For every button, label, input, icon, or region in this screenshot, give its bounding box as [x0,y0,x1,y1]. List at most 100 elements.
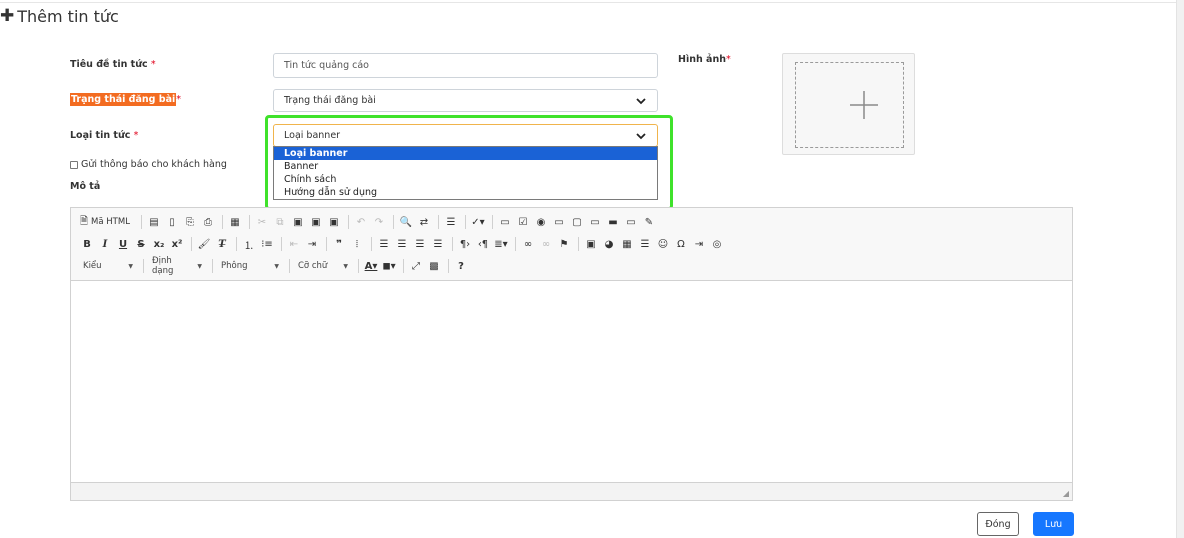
toolbar-separator [236,237,237,251]
align-right-icon[interactable]: ☰ [412,236,428,252]
align-center-icon[interactable]: ☰ [394,236,410,252]
maximize-icon[interactable]: ⤢ [408,258,424,274]
resize-handle-icon[interactable]: ◢ [1063,489,1069,498]
toolbar-separator [515,237,516,251]
flash-icon[interactable]: ◕ [601,236,617,252]
notify-checkbox[interactable] [70,160,78,169]
toolbar-row-3: Kiểu ▼ Định dạng ▼ Phông ▼ Cỡ chữ ▼ A▾ ◼▾ ⤢ … [79,256,471,276]
source-button[interactable]: 🗎 Mã HTML [79,214,135,230]
bulleted-list-icon[interactable]: ⁝≡ [259,236,275,252]
toolbar-separator [140,215,142,229]
copy-icon[interactable]: ⧉ [272,214,288,230]
bg-color-icon[interactable]: ◼▾ [381,258,397,274]
numbered-list-icon[interactable]: ⒈ [241,236,257,252]
copy-format-icon[interactable]: 🖌 [196,236,212,252]
toolbar-separator [221,215,223,229]
dropdown-option-chinh-sach[interactable]: Chính sách [274,173,657,186]
paste-word-icon[interactable]: ▣ [326,214,342,230]
required-mark: * [133,130,139,141]
size-combo[interactable]: Cỡ chữ ▼ [294,258,352,274]
align-left-icon[interactable]: ☰ [376,236,392,252]
select-field-icon[interactable]: ▭ [587,214,603,230]
help-button[interactable]: ? [453,258,469,274]
toolbar-separator [281,237,282,251]
superscript-icon[interactable]: x² [169,236,185,252]
image-icon[interactable]: ▣ [583,236,599,252]
dropdown-option-banner[interactable]: Banner [274,160,657,173]
special-char-icon[interactable]: Ω [673,236,689,252]
ltr-icon[interactable]: ¶› [457,236,473,252]
image-button-icon[interactable]: ▭ [623,214,639,230]
editor-content-area[interactable] [71,282,1072,482]
iframe-globe-icon[interactable]: ◎ [709,236,725,252]
link-icon[interactable]: ∞ [520,236,536,252]
undo-icon[interactable]: ↶ [353,214,369,230]
underline-icon[interactable]: U [115,236,131,252]
toolbar-row-2: B I U S x₂ x² 🖌 T̶ ⒈ ⁝≡ ⇤ ⇥ ❞ ⦙ ☰ ☰ ☰ ☰ … [79,235,727,253]
smiley-icon[interactable]: ☺ [655,236,671,252]
page-scrollbar[interactable] [1176,0,1184,538]
title-input[interactable]: Tin tức quảng cáo [273,53,658,78]
div-container-icon[interactable]: ⦙ [349,236,365,252]
save-button[interactable]: Lưu [1033,512,1074,536]
toolbar-separator [578,237,579,251]
select-all-icon[interactable]: ☰ [443,214,459,230]
templates-icon[interactable]: ▦ [227,214,243,230]
blockquote-icon[interactable]: ❞ [331,236,347,252]
hidden-field-icon[interactable]: ✎ [641,214,657,230]
notify-checkbox-row[interactable]: Gửi thông báo cho khách hàng [70,159,227,170]
cut-icon[interactable]: ✂ [254,214,270,230]
italic-icon[interactable]: I [97,236,113,252]
styles-combo[interactable]: Kiểu ▼ [79,258,137,274]
find-icon[interactable]: 🔍 [398,214,414,230]
remove-format-icon[interactable]: T̶ [214,236,230,252]
type-field-label: Loại tin tức * [70,130,138,141]
replace-icon[interactable]: ⇄ [416,214,432,230]
redo-icon[interactable]: ↷ [371,214,387,230]
bold-icon[interactable]: B [79,236,95,252]
unlink-icon[interactable]: ∞ [538,236,554,252]
type-select-value: Loại banner [284,130,341,141]
indent-icon[interactable]: ⇥ [304,236,320,252]
textfield-icon[interactable]: ▭ [551,214,567,230]
image-upload-box[interactable] [782,53,915,155]
dropdown-option-loai-banner[interactable]: Loại banner [274,147,657,160]
rtl-icon[interactable]: ‹¶ [475,236,491,252]
language-icon[interactable]: ≣▾ [493,236,509,252]
checkbox-icon[interactable]: ☑ [515,214,531,230]
type-select[interactable]: Loại banner [273,124,658,147]
button-field-icon[interactable]: ▬ [605,214,621,230]
chevron-down-icon: ▼ [128,262,133,270]
paste-icon[interactable]: ▣ [290,214,306,230]
font-combo[interactable]: Phông ▼ [217,258,283,274]
print-icon[interactable]: ⎙ [200,214,216,230]
horizontal-line-icon[interactable]: ☰ [637,236,653,252]
close-button[interactable]: Đóng [977,512,1019,536]
outdent-icon[interactable]: ⇤ [286,236,302,252]
new-page-icon[interactable]: ▯ [164,214,180,230]
radio-icon[interactable]: ◉ [533,214,549,230]
status-select[interactable]: Trạng thái đăng bài [273,89,658,112]
text-color-icon[interactable]: A▾ [363,258,379,274]
show-blocks-icon[interactable]: ▩ [426,258,442,274]
form-icon[interactable]: ▭ [497,214,513,230]
source-icon: 🗎 [80,215,89,227]
paste-text-icon[interactable]: ▣ [308,214,324,230]
chevron-down-icon: ▼ [197,262,202,270]
page-break-icon[interactable]: ⇥ [691,236,707,252]
format-combo[interactable]: Định dạng ▼ [148,256,206,276]
spellcheck-icon[interactable]: ✓▾ [470,214,486,230]
toolbar-separator [289,259,290,273]
anchor-flag-icon[interactable]: ⚑ [556,236,572,252]
preview-icon[interactable]: ⎘ [182,214,198,230]
dropdown-option-huong-dan[interactable]: Hướng dẫn sử dụng [274,186,657,199]
textarea-icon[interactable]: ▢ [569,214,585,230]
toolbar-separator [464,215,466,229]
toolbar-separator [491,215,493,229]
type-field-label-text: Loại tin tức [70,130,131,141]
strikethrough-icon[interactable]: S [133,236,149,252]
table-icon[interactable]: ▦ [619,236,635,252]
save-icon[interactable]: ▤ [146,214,162,230]
justify-icon[interactable]: ☰ [430,236,446,252]
subscript-icon[interactable]: x₂ [151,236,167,252]
